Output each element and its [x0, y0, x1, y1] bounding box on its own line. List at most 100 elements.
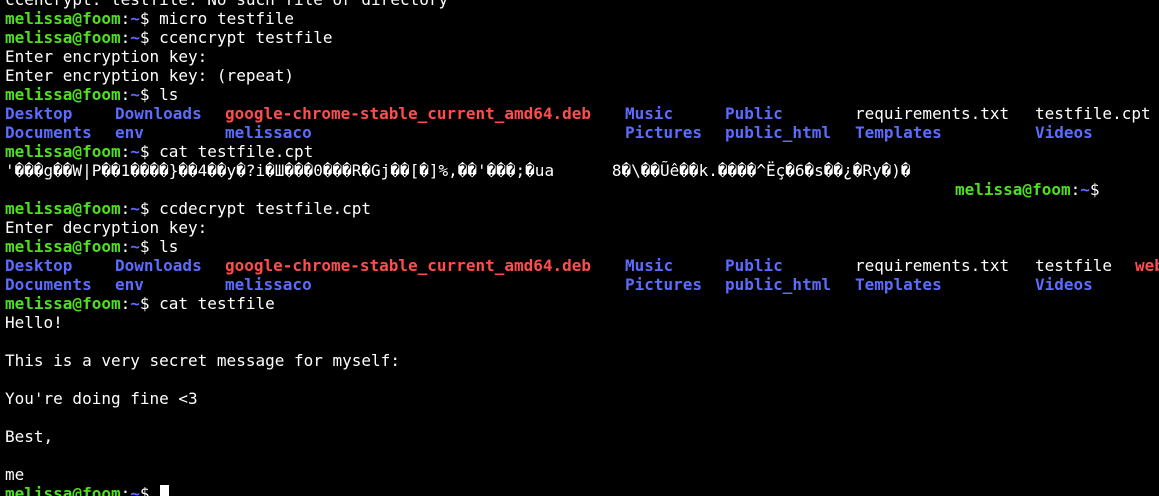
ls-entry-dir: Public	[725, 104, 783, 123]
prompt-line: melissa@foom:~$ ls	[0, 237, 1159, 256]
ls-entry-dir: env	[115, 123, 144, 142]
terminal-window[interactable]: ccencrypt: testfile: No such file or dir…	[0, 0, 1159, 496]
binary-output-line: '���g��W|P��1����}��4��y�?i�Ш���0���R�Gj…	[5, 161, 911, 180]
prompt-colon: :	[120, 484, 131, 496]
prompt-symbol: $	[1089, 180, 1110, 199]
command-text: micro testfile	[159, 9, 294, 28]
ls-entry-dir: Templates	[855, 275, 942, 294]
prompt-path: ~	[130, 199, 140, 218]
prompt-path: ~	[130, 484, 140, 496]
output-line: Best,	[5, 427, 54, 446]
ls-entry-dir: melissaco	[225, 123, 312, 142]
prompt-path: ~	[130, 85, 140, 104]
ls-entry-dir: Pictures	[625, 123, 703, 142]
prompt-user-host: melissa@foom	[5, 142, 121, 161]
prompt-symbol: $	[139, 142, 160, 161]
output-line: Enter decryption key:	[5, 218, 208, 237]
prompt-user-host: melissa@foom	[5, 484, 121, 496]
ls-entry-dir: Downloads	[115, 256, 202, 275]
ls-row: Desktop Downloads google-chrome-stable_c…	[0, 256, 1159, 275]
prompt-user-host: melissa@foom	[5, 199, 121, 218]
ls-entry-dir: public_html	[725, 275, 831, 294]
prompt-path: ~	[130, 28, 140, 47]
prompt-user-host: melissa@foom	[5, 237, 121, 256]
prompt-user-host: melissa@foom	[5, 9, 121, 28]
output-line: You're doing fine <3	[5, 389, 198, 408]
prompt-path: ~	[1080, 180, 1090, 199]
ls-entry-clipped: web	[1135, 256, 1159, 275]
ls-entry-dir: Downloads	[115, 104, 202, 123]
prompt-path: ~	[130, 9, 140, 28]
prompt-line: melissa@foom:~$ ccencrypt testfile	[0, 28, 1159, 47]
prompt-symbol: $	[139, 294, 160, 313]
output-line: This is a very secret message for myself…	[5, 351, 400, 370]
ls-row: Documents env melissaco Pictures public_…	[0, 123, 1159, 142]
output-line: Hello!	[5, 313, 63, 332]
prompt-line: melissa@foom:~$ cat testfile.cpt	[0, 142, 1159, 161]
ls-entry-dir: Pictures	[625, 275, 703, 294]
ls-entry-dir: Desktop	[5, 104, 73, 123]
command-text: ccencrypt testfile	[159, 28, 333, 47]
ls-entry-dir: Desktop	[5, 256, 73, 275]
ls-entry-dir: Videos	[1035, 123, 1093, 142]
command-text: ls	[159, 237, 179, 256]
prompt-symbol: $	[139, 9, 160, 28]
ls-entry-dir: Documents	[5, 123, 92, 142]
ls-row: Documents env melissaco Pictures public_…	[0, 275, 1159, 294]
output-line: Enter encryption key: (repeat)	[5, 66, 294, 85]
prompt-colon: :	[120, 9, 131, 28]
prompt-symbol: $	[139, 484, 160, 496]
prompt-line: melissa@foom:~$ ls	[0, 85, 1159, 104]
ls-entry-dir: Videos	[1035, 275, 1093, 294]
ls-entry-dir: Public	[725, 256, 783, 275]
prompt-colon: :	[120, 237, 131, 256]
prompt-colon: :	[120, 85, 131, 104]
ls-entry-dir: env	[115, 275, 144, 294]
prompt-path: ~	[130, 142, 140, 161]
prompt-user-host: melissa@foom	[955, 180, 1071, 199]
prompt-line: melissa@foom:~$ cat testfile	[0, 294, 1159, 313]
prompt-symbol: $	[139, 28, 160, 47]
ls-entry-deb: google-chrome-stable_current_amd64.deb	[225, 256, 592, 275]
prompt-symbol: $	[139, 237, 160, 256]
ls-entry-file: testfile	[1035, 256, 1113, 275]
prompt-line: melissa@foom:~$ ccdecrypt testfile.cpt	[0, 199, 1159, 218]
ls-entry-file: testfile.cpt	[1035, 104, 1151, 123]
command-text: cat testfile	[159, 294, 275, 313]
prompt-colon: :	[120, 142, 131, 161]
ls-entry-dir: Music	[625, 104, 674, 123]
output-line: me	[5, 465, 25, 484]
right-prompt: melissa@foom:~$	[955, 180, 1109, 199]
prompt-user-host: melissa@foom	[5, 28, 121, 47]
ls-entry-deb: google-chrome-stable_current_amd64.deb	[225, 104, 592, 123]
prompt-line: melissa@foom:~$ micro testfile	[0, 9, 1159, 28]
ls-entry-file: requirements.txt	[855, 256, 1010, 275]
ls-entry-dir: Music	[625, 256, 674, 275]
output-line: Enter encryption key:	[5, 47, 208, 66]
prompt-symbol: $	[139, 85, 160, 104]
prompt-colon: :	[120, 199, 131, 218]
text-cursor[interactable]	[160, 485, 170, 496]
command-text: cat testfile.cpt	[159, 142, 314, 161]
prompt-line-current[interactable]: melissa@foom:~$	[0, 484, 1159, 496]
prompt-symbol: $	[139, 199, 160, 218]
prompt-path: ~	[130, 294, 140, 313]
prompt-colon: :	[1070, 180, 1081, 199]
prompt-colon: :	[120, 28, 131, 47]
ls-entry-dir: Documents	[5, 275, 92, 294]
error-line: ccencrypt: testfile: No such file or dir…	[0, 0, 1159, 9]
prompt-user-host: melissa@foom	[5, 294, 121, 313]
ls-entry-dir: public_html	[725, 123, 831, 142]
command-text: ccdecrypt testfile.cpt	[159, 199, 372, 218]
prompt-user-host: melissa@foom	[5, 85, 121, 104]
command-text: ls	[159, 85, 179, 104]
prompt-path: ~	[130, 237, 140, 256]
ls-entry-dir: melissaco	[225, 275, 312, 294]
prompt-colon: :	[120, 294, 131, 313]
dangling-prompt-line: melissa@foom:~$	[0, 180, 1159, 199]
ls-entry-dir: Templates	[855, 123, 942, 142]
